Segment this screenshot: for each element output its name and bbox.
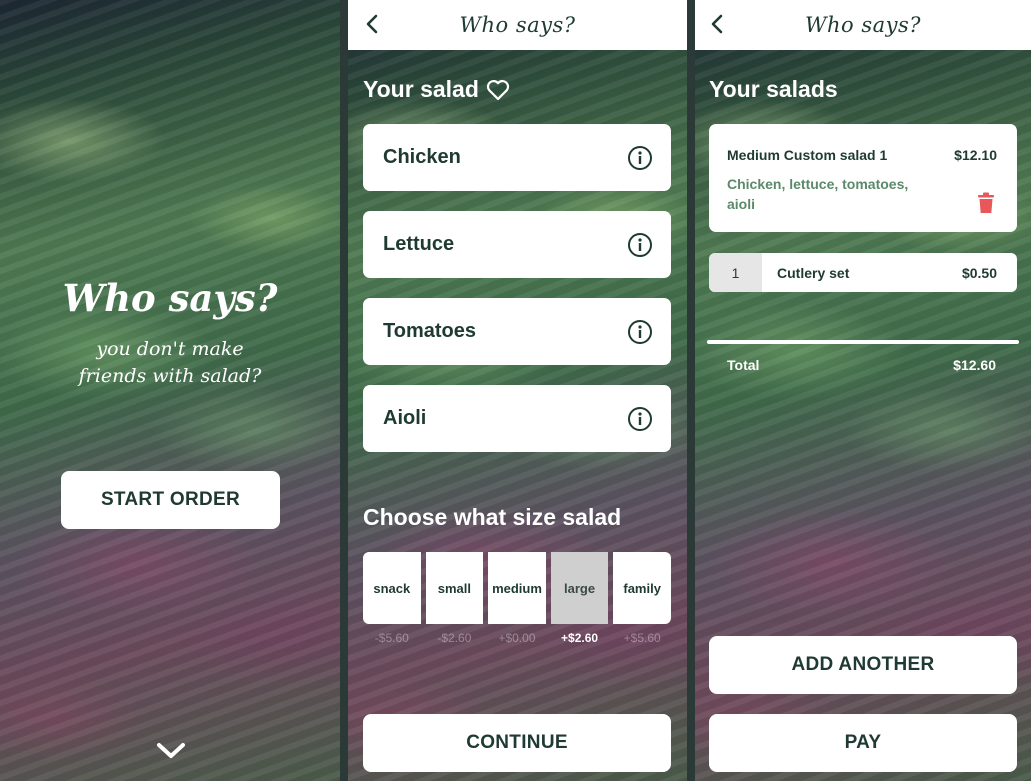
size-price-selected: +$2.60 xyxy=(561,631,599,645)
ingredient-name: Lettuce xyxy=(383,233,455,255)
cutlery-name: Cutlery set xyxy=(777,264,850,281)
heart-outline-icon[interactable] xyxy=(486,79,510,101)
size-price: -$5.60 xyxy=(374,631,409,645)
cart-screen: Who says? Your salads Medium Custom sala… xyxy=(695,0,1031,781)
ingredient-card-lettuce[interactable]: Lettuce xyxy=(363,211,671,278)
info-icon[interactable] xyxy=(627,319,653,345)
ingredient-card-aioli[interactable]: Aioli xyxy=(363,385,671,452)
cart-item-card[interactable]: Medium Custom salad 1 $12.10 Chicken, le… xyxy=(709,124,1017,232)
continue-button[interactable]: CONTINUE xyxy=(363,714,671,772)
total-value: $12.60 xyxy=(953,357,996,373)
size-option-snack[interactable]: snack xyxy=(363,552,421,624)
ingredient-name: Chicken xyxy=(383,146,461,168)
ingredient-name: Aioli xyxy=(383,407,427,429)
brand-subtitle: you don't make friends with salad? xyxy=(78,338,262,387)
header-title: Who says? xyxy=(804,13,922,37)
cart-item-description: Chicken, lettuce, tomatoes, aioli xyxy=(727,176,909,212)
add-another-button[interactable]: ADD ANOTHER xyxy=(709,636,1017,694)
total-divider xyxy=(707,340,1019,344)
size-option-medium[interactable]: medium xyxy=(488,552,546,624)
your-salad-heading: Your salad xyxy=(363,76,479,102)
start-order-button[interactable]: START ORDER xyxy=(61,471,280,529)
info-icon[interactable] xyxy=(627,406,653,432)
total-label: Total xyxy=(727,357,760,373)
header-title: Who says? xyxy=(459,13,576,37)
size-option-large[interactable]: large xyxy=(550,552,609,624)
ingredient-card-tomatoes[interactable]: Tomatoes xyxy=(363,298,671,365)
ingredient-card-chicken[interactable]: Chicken xyxy=(363,124,671,191)
info-icon[interactable] xyxy=(627,145,653,171)
cutlery-quantity[interactable]: 1 xyxy=(709,253,762,292)
header-bar: Who says? xyxy=(695,0,1031,50)
size-heading: Choose what size salad xyxy=(363,504,622,530)
size-option-family[interactable]: family xyxy=(613,552,671,624)
size-price: +$5.60 xyxy=(623,631,661,645)
cart-item-price: $12.10 xyxy=(954,147,997,163)
pay-button[interactable]: PAY xyxy=(709,714,1017,772)
info-icon[interactable] xyxy=(627,232,653,258)
size-price: +$0.00 xyxy=(498,631,536,645)
ingredient-name: Tomatoes xyxy=(383,320,476,342)
chevron-left-icon[interactable] xyxy=(705,12,729,36)
header-bar: Who says? xyxy=(348,0,687,50)
size-price-row: -$5.60 -$2.60 +$0.00 +$2.60 +$5.60 xyxy=(363,631,671,645)
cart-item-name: Medium Custom salad 1 xyxy=(727,147,888,163)
your-salads-heading: Your salads xyxy=(709,76,838,102)
size-selector: snack small medium large family xyxy=(363,552,671,624)
salad-background-image xyxy=(0,0,340,781)
size-price: -$2.60 xyxy=(437,631,472,645)
trash-icon[interactable] xyxy=(977,192,995,214)
size-option-small[interactable]: small xyxy=(425,552,484,624)
cutlery-price: $0.50 xyxy=(961,264,997,281)
chevron-down-icon[interactable] xyxy=(156,740,186,762)
brand-title: Who says? xyxy=(62,276,278,320)
landing-screen: Who says? you don't make friends with sa… xyxy=(0,0,340,781)
cutlery-row: 1 Cutlery set $0.50 xyxy=(709,253,1017,292)
salad-builder-screen: Who says? Your salad Chicken Lettuce Tom… xyxy=(348,0,687,781)
chevron-left-icon[interactable] xyxy=(360,12,384,36)
